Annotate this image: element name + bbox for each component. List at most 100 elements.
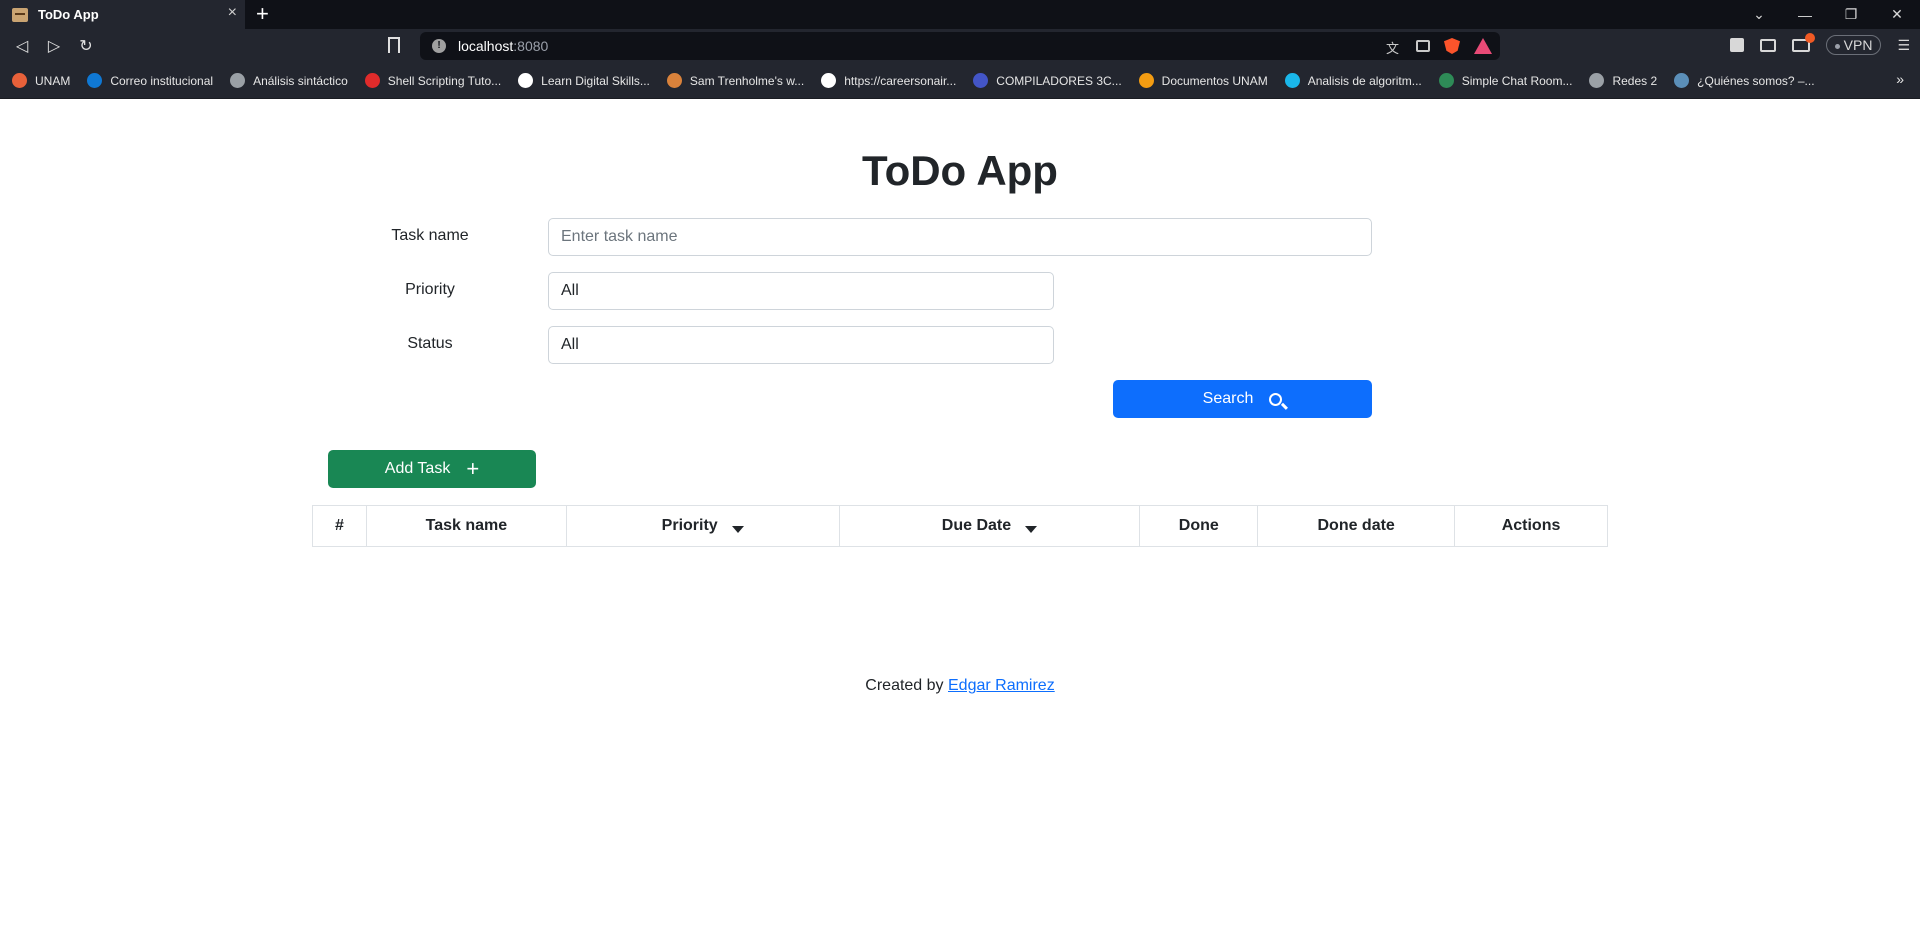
bookmark-item[interactable]: UNAM [12, 73, 70, 88]
browser-tab-bar: ToDo App × + ⌄ — ❐ ✕ [0, 0, 1920, 29]
bookmark-favicon-icon [364, 73, 380, 88]
restore-icon[interactable]: ❐ [1828, 6, 1874, 23]
address-bar[interactable]: ! localhost:8080 文 [420, 32, 1500, 60]
search-icon [1269, 392, 1283, 406]
wallet-icon[interactable] [1791, 32, 1815, 52]
footer-prefix: Created by [865, 677, 944, 694]
add-task-button-label: Add Task [384, 460, 451, 477]
sort-due-date-icon[interactable] [1025, 526, 1038, 533]
col-header-due-date[interactable]: Due Date [838, 505, 1141, 547]
bookmark-item[interactable]: https://careersonair... [821, 73, 956, 88]
bookmark-favicon-icon [518, 73, 534, 88]
bookmark-item[interactable]: Analisis de algoritm... [1284, 73, 1422, 88]
bookmark-favicon-icon [1589, 73, 1605, 88]
col-header-done-date: Done date [1257, 505, 1456, 547]
bookmark-label: Simple Chat Room... [1461, 73, 1573, 88]
sidebar-icon[interactable] [1759, 38, 1776, 52]
bookmark-label: Shell Scripting Tuto... [387, 73, 502, 88]
author-link[interactable]: Edgar Ramirez [948, 677, 1055, 694]
col-header-priority[interactable]: Priority [565, 505, 840, 547]
bookmark-label: https://careersonair... [844, 73, 957, 88]
bookmark-favicon-icon [230, 73, 246, 88]
tasks-table: # Task name Priority Due Date Done Done … [312, 505, 1608, 547]
bookmark-label: UNAM [35, 73, 71, 88]
brave-shields-icon[interactable] [1444, 38, 1460, 54]
menu-icon[interactable]: ☰ [1897, 37, 1910, 54]
bookmark-item[interactable]: Documentos UNAM [1138, 73, 1268, 88]
page-title: ToDo App [862, 147, 1058, 194]
tab-close-icon[interactable]: × [228, 4, 237, 22]
bookmark-item[interactable]: COMPILADORES 3C... [973, 73, 1122, 88]
priority-select-value: All [561, 282, 579, 299]
bookmark-label: Analisis de algoritm... [1307, 73, 1422, 88]
vpn-label: VPN [1843, 37, 1873, 53]
site-info-icon[interactable]: ! [432, 39, 446, 53]
priority-select[interactable]: All [548, 272, 1054, 310]
bookmark-item[interactable]: Redes 2 [1589, 73, 1657, 88]
bookmark-label: Análisis sintáctico [253, 73, 348, 88]
bookmark-item[interactable]: Sam Trenholme's w... [666, 73, 805, 88]
window-controls: ⌄ — ❐ ✕ [1736, 0, 1920, 29]
translate-icon[interactable]: 文 [1386, 38, 1402, 56]
task-name-label: Task name [391, 227, 469, 244]
col-header-number-label: # [335, 517, 344, 534]
bookmark-label: Sam Trenholme's w... [689, 73, 805, 88]
plus-icon: + [466, 456, 480, 481]
bookmarks-bar: UNAM Correo institucional Análisis sintáct… [0, 63, 1920, 99]
col-header-due-date-label: Due Date [941, 517, 1012, 534]
col-header-done-label: Done [1178, 517, 1219, 534]
bookmark-favicon-icon [87, 73, 103, 88]
bookmark-item[interactable]: ¿Quiénes somos? –... [1674, 73, 1815, 88]
back-icon[interactable]: ◁ [6, 36, 38, 56]
close-window-icon[interactable]: ✕ [1874, 6, 1920, 23]
minimize-icon[interactable]: — [1782, 7, 1828, 23]
sort-priority-icon[interactable] [731, 526, 744, 533]
status-label: Status [407, 335, 453, 352]
bookmark-favicon-icon [821, 73, 837, 88]
bookmark-page-icon[interactable] [388, 37, 400, 53]
col-header-task-name-label: Task name [425, 517, 508, 534]
add-task-button[interactable]: Add Task + [328, 450, 536, 488]
bookmark-favicon-icon [12, 73, 27, 88]
task-name-input[interactable] [561, 228, 1359, 246]
bookmark-label: Learn Digital Skills... [541, 73, 650, 88]
task-name-field[interactable] [548, 218, 1372, 256]
vpn-button[interactable]: VPN [1825, 35, 1882, 55]
status-select-value: All [561, 336, 579, 353]
tab-search-icon[interactable]: ⌄ [1736, 6, 1782, 23]
search-button-label: Search [1202, 390, 1254, 407]
table-header-row: # Task name Priority Due Date Done Done … [312, 505, 1608, 547]
browser-toolbar: ◁ ▷ ↻ ! localhost:8080 文 VPN ☰ [0, 29, 1920, 63]
bookmark-item[interactable]: Learn Digital Skills... [518, 73, 650, 88]
col-header-done: Done [1139, 505, 1259, 547]
page-content: ToDo App Task name Priority All Status A… [0, 99, 1920, 941]
bookmark-favicon-icon [1138, 73, 1154, 88]
col-header-actions-label: Actions [1501, 517, 1561, 534]
bookmark-favicon-icon [1438, 73, 1454, 88]
bookmark-item[interactable]: Shell Scripting Tuto... [364, 73, 502, 88]
priority-label: Priority [405, 281, 455, 298]
browser-tab[interactable]: ToDo App × [0, 0, 245, 29]
extensions-icon[interactable] [1729, 38, 1744, 52]
bookmarks-overflow-icon[interactable]: » [1896, 71, 1904, 87]
share-icon[interactable] [1416, 40, 1430, 52]
brave-rewards-icon[interactable] [1474, 38, 1492, 54]
bookmark-favicon-icon [666, 73, 682, 88]
forward-icon[interactable]: ▷ [38, 36, 70, 56]
bookmark-favicon-icon [1284, 73, 1300, 88]
vpn-status-icon [1834, 44, 1840, 50]
bookmark-label: Correo institucional [110, 73, 214, 88]
col-header-actions: Actions [1454, 505, 1608, 547]
search-button[interactable]: Search [1113, 380, 1372, 418]
bookmark-favicon-icon [1674, 73, 1690, 88]
bookmark-label: Documentos UNAM [1161, 73, 1268, 88]
bookmark-item[interactable]: Análisis sintáctico [230, 73, 348, 88]
bookmark-item[interactable]: Simple Chat Room... [1438, 73, 1573, 88]
bookmark-label: COMPILADORES 3C... [996, 73, 1122, 88]
new-tab-button[interactable]: + [256, 2, 269, 26]
col-header-priority-label: Priority [661, 517, 718, 534]
status-select[interactable]: All [548, 326, 1054, 364]
reload-icon[interactable]: ↻ [70, 36, 102, 56]
bookmark-item[interactable]: Correo institucional [87, 73, 213, 88]
bookmark-label: Redes 2 [1612, 73, 1658, 88]
